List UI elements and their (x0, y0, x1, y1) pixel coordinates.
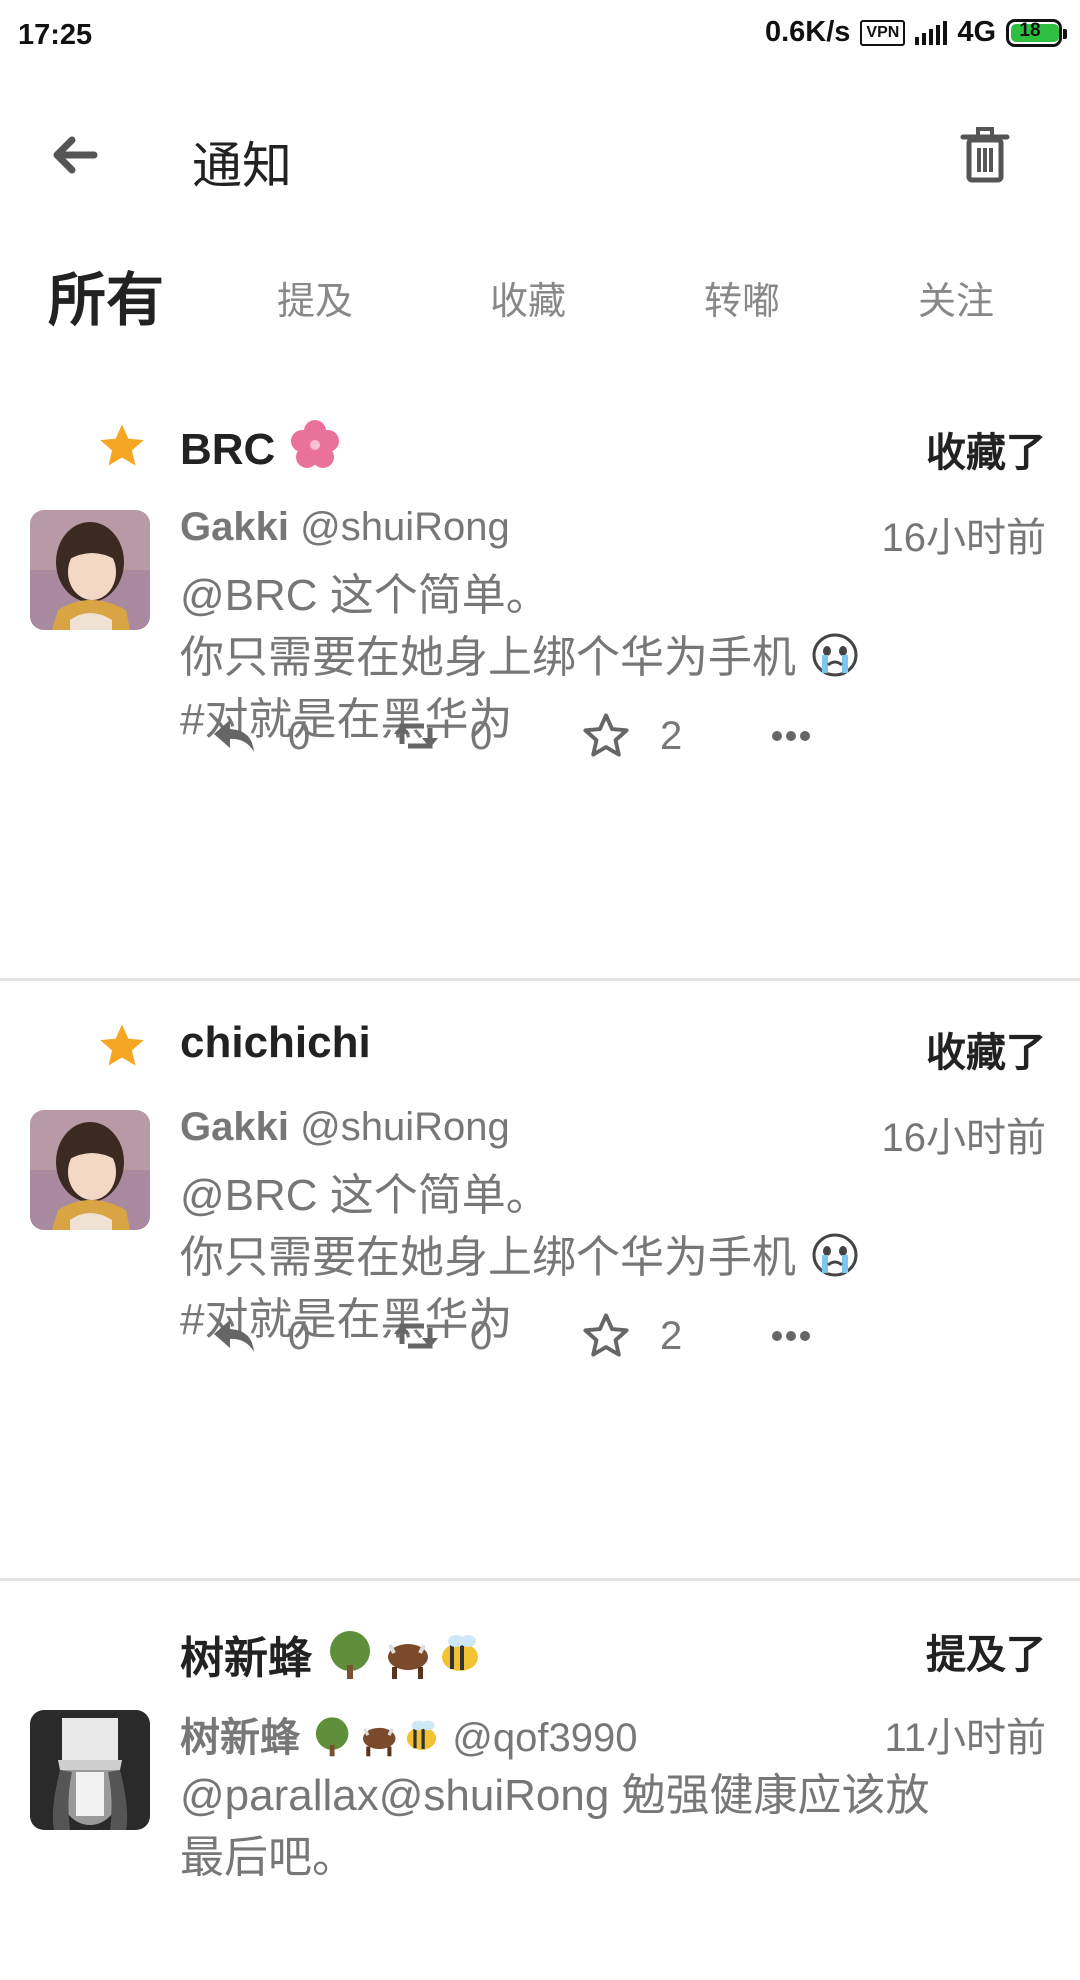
more-button[interactable] (765, 710, 817, 762)
status-actions: 0 0 2 (180, 710, 980, 780)
actor-name: BRC (180, 425, 276, 474)
favourite-count: 2 (660, 713, 683, 758)
author-display-name: Gakki (180, 505, 289, 549)
signal-icon (915, 20, 948, 45)
status-author[interactable]: Gakki @shuiRong (180, 505, 510, 550)
notification-item[interactable]: BRC 收藏了 Gakki @shuiRong 16小时前 @BRC 这个简单。… (0, 380, 1080, 981)
favourite-button[interactable]: 2 (580, 710, 682, 762)
network-type: 4G (957, 16, 996, 48)
star-icon (100, 1024, 144, 1066)
net-speed: 0.6K/s (764, 16, 851, 48)
battery-level: 18 (1019, 19, 1041, 41)
notification-action: 提及了 (926, 1633, 1046, 1677)
tab-favourites[interactable]: 收藏 (490, 270, 566, 325)
crying-face-icon (812, 1233, 858, 1277)
notification-action: 收藏了 (926, 431, 1046, 475)
tree-ox-bee-icons (330, 1631, 479, 1679)
content-line: 最后吧。 (180, 1833, 356, 1882)
reply-count: 0 (288, 1313, 311, 1358)
status-content[interactable]: @parallax@shuiRong 勉强健康应该放 最后吧。 (180, 1765, 1000, 1889)
boost-icon (394, 723, 438, 749)
status-author[interactable]: 树新蜂 @qof3990 (180, 1705, 637, 1763)
content-line-with-emoji: 你只需要在她身上绑个华为手机 (180, 627, 1000, 689)
boost-button[interactable]: 0 (390, 710, 492, 762)
battery-icon: 18 (1006, 18, 1067, 47)
tab-follows[interactable]: 关注 (918, 270, 994, 325)
status-bar: 17:25 0.6K/s VPN 4G 18 (0, 0, 1080, 72)
tab-all[interactable]: 所有 (48, 253, 164, 337)
crying-face-icon (812, 633, 858, 677)
notification-actor[interactable]: BRC (180, 418, 342, 475)
vpn-badge: VPN (860, 19, 906, 46)
status-time: 16小时前 (881, 1116, 1047, 1160)
author-handle: @shuiRong (300, 1105, 510, 1149)
author-handle: @shuiRong (300, 505, 510, 549)
content-line-with-emoji: 你只需要在她身上绑个华为手机 (180, 1227, 1000, 1289)
actor-name: chichichi (180, 1018, 371, 1067)
content-line: @BRC 这个简单。 (180, 1171, 550, 1220)
tab-boosts[interactable]: 转嘟 (704, 270, 780, 325)
boost-button[interactable]: 0 (390, 1310, 492, 1362)
reply-icon (214, 720, 254, 752)
page-title: 通知 (192, 138, 292, 194)
status-time: 11小时前 (884, 1716, 1046, 1760)
notification-tabs: 所有 提及 收藏 转嘟 关注 (0, 245, 1080, 355)
reply-count: 0 (288, 713, 311, 758)
avatar[interactable] (30, 1110, 150, 1230)
avatar[interactable] (30, 1710, 150, 1830)
notification-item[interactable]: 树新蜂 提及了 树新蜂 @qof3990 11小时前 @parallax@shu… (0, 1580, 1080, 1980)
reply-icon (214, 1320, 254, 1352)
status-actions: 0 0 2 (180, 1310, 980, 1380)
app-bar: 通知 (0, 90, 1080, 230)
notification-item[interactable]: chichichi 收藏了 Gakki @shuiRong 16小时前 @BRC… (0, 980, 1080, 1581)
content-line: 你只需要在她身上绑个华为手机 (180, 1233, 796, 1282)
favourite-button[interactable]: 2 (580, 1310, 682, 1362)
status-time: 17:25 (18, 19, 93, 51)
notification-actor[interactable]: chichichi (180, 1018, 371, 1068)
trash-icon[interactable] (950, 120, 1020, 190)
content-line: @BRC 这个简单。 (180, 571, 550, 620)
more-button[interactable] (765, 1310, 817, 1362)
notification-actor[interactable]: 树新蜂 (180, 1622, 484, 1686)
star-icon (100, 424, 144, 466)
boost-count: 0 (470, 713, 493, 758)
tab-mentions[interactable]: 提及 (277, 270, 353, 325)
content-line: @parallax@shuiRong 勉强健康应该放 (180, 1771, 930, 1820)
notification-action: 收藏了 (926, 1031, 1046, 1075)
star-outline-icon (583, 1313, 629, 1357)
cherry-blossom-icon (290, 420, 339, 468)
more-icon (772, 1331, 810, 1341)
actor-name: 树新蜂 (180, 1634, 312, 1683)
star-outline-icon (583, 713, 629, 757)
avatar[interactable] (30, 510, 150, 630)
favourite-count: 2 (660, 1313, 683, 1358)
boost-icon (394, 1323, 438, 1349)
reply-button[interactable]: 0 (208, 1310, 310, 1362)
author-handle: @qof3990 (452, 1716, 638, 1760)
status-time: 16小时前 (881, 516, 1047, 560)
boost-count: 0 (470, 1313, 493, 1358)
more-icon (772, 731, 810, 741)
content-line: 你只需要在她身上绑个华为手机 (180, 633, 796, 682)
author-display-name: Gakki (180, 1105, 289, 1149)
arrow-left-icon[interactable] (40, 120, 110, 190)
reply-button[interactable]: 0 (208, 710, 310, 762)
author-display-name: 树新蜂 (180, 1716, 300, 1760)
status-author[interactable]: Gakki @shuiRong (180, 1105, 510, 1150)
tree-ox-bee-icons (316, 1717, 437, 1757)
